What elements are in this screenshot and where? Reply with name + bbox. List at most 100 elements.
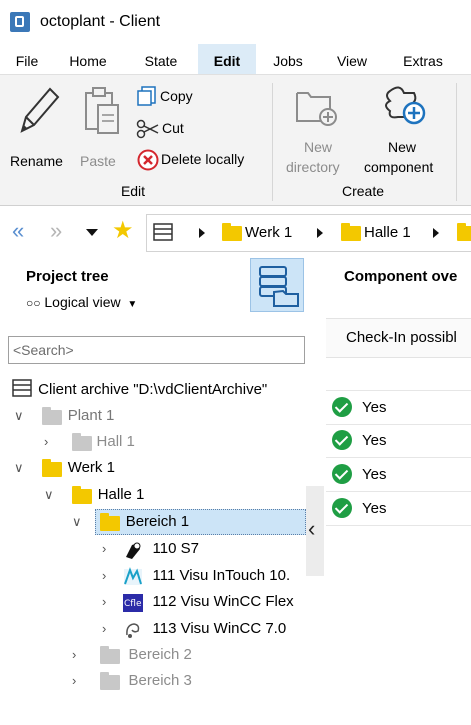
tree-item-werk1[interactable]: ∨ Werk 1 (14, 455, 115, 481)
row-value: Yes (362, 432, 387, 449)
row-value: Yes (362, 399, 387, 416)
chevron-right-icon[interactable]: › (72, 673, 76, 688)
chevron-right-icon[interactable]: › (102, 594, 106, 609)
new-directory-label-1: New (304, 139, 333, 155)
chevron-right-icon[interactable]: › (102, 621, 106, 636)
breadcrumb-separator-icon (199, 228, 205, 238)
folder-icon (72, 486, 92, 504)
history-dropdown-icon[interactable] (86, 229, 98, 236)
folder-icon (100, 513, 120, 531)
new-folder-icon (296, 92, 337, 126)
title-bar: octoplant - Client (0, 0, 471, 44)
folder-icon (341, 223, 361, 241)
delete-locally-label: Delete locally (161, 151, 245, 167)
tree-item-bereich1[interactable]: ∨ Bereich 1 (72, 509, 189, 535)
pane-splitter[interactable]: ‹ (306, 486, 324, 576)
tree-item-label: Halle 1 (97, 486, 145, 503)
tree-root-client-archive[interactable]: Client archive "D:\vdClientArchive" (12, 377, 267, 403)
menu-state[interactable]: State (134, 44, 188, 74)
new-component-button[interactable]: New component (360, 81, 446, 181)
chevron-down-icon[interactable]: ∨ (72, 514, 82, 529)
tree-item-112-visu-wincc-flex[interactable]: › Cfle 112 Visu WinCC Flex (102, 589, 294, 615)
row-value: Yes (362, 466, 387, 483)
chevron-right-icon[interactable]: › (44, 434, 48, 449)
menu-extras[interactable]: Extras (392, 44, 454, 74)
tree-item-110-s7[interactable]: › 110 S7 (102, 536, 199, 562)
ribbon-group-divider-2 (456, 83, 457, 201)
chevron-right-icon[interactable]: › (102, 541, 106, 556)
tree-item-label: Werk 1 (67, 459, 115, 476)
rename-button[interactable]: Rename (10, 81, 64, 181)
tree-item-113-visu-wincc[interactable]: › 113 Visu WinCC 7.0 (102, 616, 286, 642)
column-header[interactable]: Check-In possibl (326, 318, 471, 358)
chevron-right-icon[interactable]: › (102, 568, 106, 583)
table-row[interactable]: Yes (326, 492, 471, 526)
edit-group-label: Edit (120, 183, 146, 199)
tree-item-label: 113 Visu WinCC 7.0 (152, 620, 287, 637)
menu-home[interactable]: Home (62, 44, 114, 74)
tree-item-label: Plant 1 (67, 407, 115, 424)
wincc-flex-icon: Cfle (123, 594, 143, 612)
chevron-down-icon[interactable]: ∨ (44, 487, 54, 502)
forward-icon[interactable]: » (50, 218, 62, 244)
tree-item-bereich2[interactable]: › Bereich 2 (72, 642, 192, 668)
tree-item-label: 112 Visu WinCC Flex (152, 593, 294, 610)
folder-icon (100, 672, 120, 690)
folder-icon (72, 433, 92, 451)
search-input[interactable]: <Search> (8, 336, 305, 364)
tree-item-label: Bereich 2 (128, 646, 192, 663)
table-row[interactable]: Yes (326, 458, 471, 492)
cut-label: Cut (162, 120, 184, 136)
copy-button[interactable]: Copy (136, 85, 200, 109)
table-row[interactable]: Yes (326, 390, 471, 425)
ribbon: Rename Paste Copy Cut Delete locally Edi… (0, 74, 471, 206)
check-icon (332, 430, 352, 450)
tree-item-hall1[interactable]: › Hall 1 (44, 429, 135, 455)
chevron-down-icon[interactable]: ∨ (14, 460, 24, 475)
paste-button[interactable]: Paste (76, 81, 126, 181)
clipboard-icon (85, 87, 119, 134)
chevron-down-icon[interactable]: ∨ (14, 408, 24, 423)
view-selector-label: Logical view (44, 294, 121, 310)
tree-item-111-visu-intouch[interactable]: › 111 Visu InTouch 10. (102, 563, 290, 589)
new-component-label-1: New (388, 139, 417, 155)
collapse-pane-icon[interactable]: ‹ (308, 516, 315, 542)
menu-jobs[interactable]: Jobs (264, 44, 312, 74)
glasses-icon: ○○ (26, 296, 41, 310)
menu-edit[interactable]: Edit (198, 44, 256, 74)
tree-item-plant1[interactable]: ∨ Plant 1 (14, 403, 114, 429)
list-view-icon[interactable] (153, 223, 173, 241)
svg-text:Cfle: Cfle (124, 599, 142, 609)
new-directory-button[interactable]: New directory (284, 81, 352, 181)
chevron-down-icon: ▼ (124, 299, 138, 310)
delete-locally-button[interactable]: Delete locally (136, 148, 256, 172)
folder-icon (457, 223, 471, 241)
folder-icon (100, 646, 120, 664)
table-row[interactable]: Yes (326, 424, 471, 458)
new-component-icon (385, 86, 426, 125)
view-selector[interactable]: ○○ Logical view ▼ (26, 294, 137, 310)
menu-bar: File Home State Edit Jobs View Extras (0, 44, 471, 74)
path-breadcrumb[interactable]: Werk 1 Halle 1 (146, 214, 471, 252)
paste-label: Paste (80, 153, 116, 169)
breadcrumb-werk1[interactable]: Werk 1 (245, 224, 292, 241)
back-icon[interactable]: « (12, 218, 24, 244)
archive-view-toggle[interactable] (250, 258, 304, 312)
delete-icon (137, 149, 159, 171)
ribbon-group-divider (272, 83, 273, 201)
new-directory-label-2: directory (286, 159, 340, 175)
menu-file[interactable]: File (8, 44, 46, 74)
octoplant-app-icon (10, 12, 30, 32)
row-value: Yes (362, 500, 387, 517)
tree-item-bereich3[interactable]: › Bereich 3 (72, 668, 192, 694)
folder-icon (222, 223, 242, 241)
wincc-icon (126, 623, 140, 638)
s7-plc-icon (126, 542, 141, 559)
favorite-star-icon[interactable]: ★ (112, 218, 134, 244)
chevron-right-icon[interactable]: › (72, 647, 76, 662)
cut-button[interactable]: Cut (136, 117, 200, 141)
copy-icon (137, 86, 156, 106)
tree-item-halle1[interactable]: ∨ Halle 1 (44, 482, 144, 508)
breadcrumb-halle1[interactable]: Halle 1 (364, 224, 411, 241)
menu-view[interactable]: View (326, 44, 378, 74)
